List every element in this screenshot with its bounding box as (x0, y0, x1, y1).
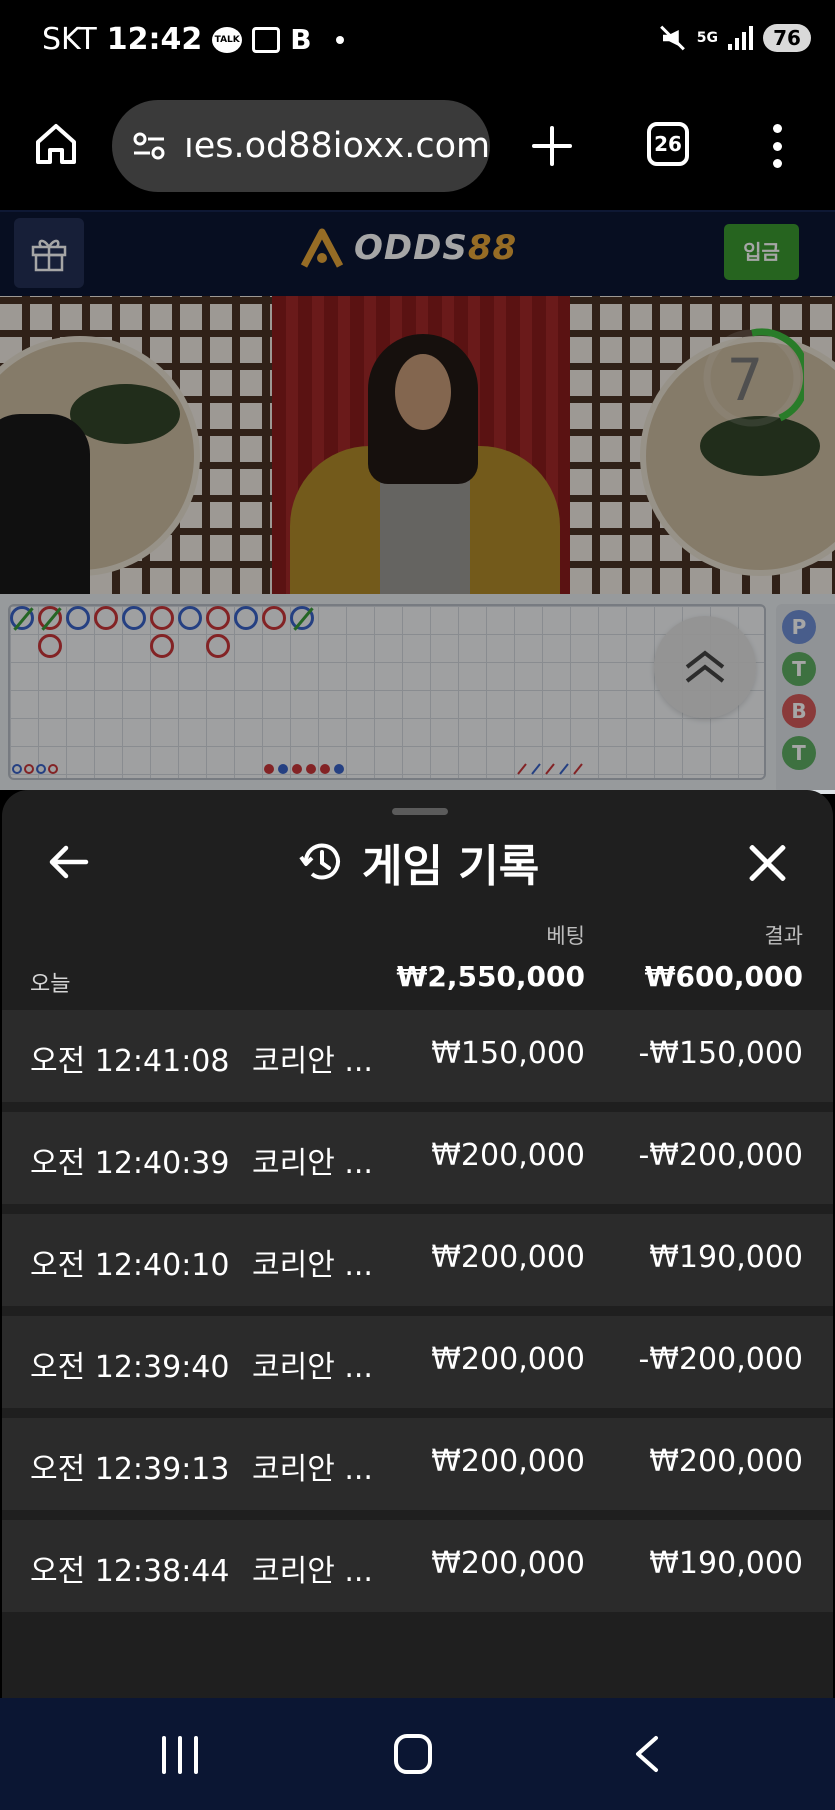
nav-back-icon[interactable] (632, 1734, 662, 1774)
row-bet: ₩200,000 (431, 1546, 585, 1581)
b-app-icon: B (290, 23, 312, 56)
row-bet: ₩150,000 (431, 1036, 585, 1071)
total-bet: ₩2,550,000 (396, 960, 585, 993)
row-game: 코리안 ... (252, 1146, 373, 1181)
row-time: 오전 12:40:10 (30, 1248, 230, 1283)
status-left: SKT 12:42 TALK B (42, 22, 344, 57)
home-icon[interactable] (34, 122, 78, 166)
carrier-label: SKT (42, 22, 97, 57)
recent-apps-icon[interactable] (162, 1736, 198, 1774)
address-bar[interactable]: ıes.od88ioxx.com (112, 100, 490, 192)
total-result: ₩600,000 (644, 960, 803, 993)
battery-indicator: 76 (763, 24, 811, 52)
status-right: 5G 76 (659, 24, 811, 52)
row-result: ₩190,000 (649, 1546, 803, 1581)
system-nav-bar (0, 1698, 835, 1810)
row-bet: ₩200,000 (431, 1342, 585, 1377)
row-time: 오전 12:38:44 (30, 1554, 230, 1589)
result-column-header: 결과 (764, 924, 803, 948)
url-text[interactable]: ıes.od88ioxx.com (184, 126, 490, 166)
history-icon (299, 843, 340, 880)
sheet-header: 게임 기록 (298, 830, 539, 894)
history-row[interactable]: 오전 12:41:08 코리안 ... ₩150,000 -₩150,000 (2, 1010, 833, 1102)
history-list: 오전 12:41:08 코리안 ... ₩150,000 -₩150,000 오… (2, 1010, 833, 1622)
row-game: 코리안 ... (252, 1044, 373, 1079)
row-bet: ₩200,000 (431, 1138, 585, 1173)
history-row[interactable]: 오전 12:40:10 코리안 ... ₩200,000 ₩190,000 (2, 1214, 833, 1306)
row-result: -₩150,000 (638, 1036, 803, 1071)
row-time: 오전 12:39:40 (30, 1350, 230, 1385)
kakaotalk-icon: TALK (212, 26, 243, 53)
history-row[interactable]: 오전 12:40:39 코리안 ... ₩200,000 -₩200,000 (2, 1112, 833, 1204)
row-time: 오전 12:41:08 (30, 1044, 230, 1079)
row-game: 코리안 ... (252, 1554, 373, 1589)
browser-toolbar: ıes.od88ioxx.com 26 (0, 86, 835, 210)
sheet-title: 게임 기록 (362, 841, 540, 892)
sheet-drag-handle[interactable] (392, 808, 448, 815)
row-result: ₩190,000 (649, 1240, 803, 1275)
history-row[interactable]: 오전 12:39:40 코리안 ... ₩200,000 -₩200,000 (2, 1316, 833, 1408)
row-result: ₩200,000 (649, 1444, 803, 1479)
nav-home-icon[interactable] (394, 1734, 432, 1774)
status-bar: SKT 12:42 TALK B 5G 76 (0, 0, 835, 86)
history-row[interactable]: 오전 12:38:44 코리안 ... ₩200,000 ₩190,000 (2, 1520, 833, 1612)
mute-icon (659, 24, 687, 52)
more-menu-icon[interactable] (772, 124, 782, 168)
back-arrow-icon[interactable] (46, 840, 90, 884)
signal-icon (728, 26, 753, 50)
row-bet: ₩200,000 (431, 1444, 585, 1479)
clock: 12:42 (106, 22, 203, 57)
screenshot-icon (252, 26, 281, 53)
game-history-sheet: 게임 기록 베팅 결과 오늘 ₩2,550,000 ₩600,000 오전 12… (2, 790, 833, 1698)
new-tab-icon[interactable] (532, 126, 572, 166)
network-type: 5G (696, 30, 718, 46)
row-bet: ₩200,000 (431, 1240, 585, 1275)
modal-backdrop[interactable] (0, 210, 835, 790)
row-result: -₩200,000 (638, 1342, 803, 1377)
close-icon[interactable] (746, 842, 788, 884)
row-result: -₩200,000 (638, 1138, 803, 1173)
history-row[interactable]: 오전 12:39:13 코리안 ... ₩200,000 ₩200,000 (2, 1418, 833, 1510)
tab-switcher-icon[interactable]: 26 (647, 122, 689, 166)
row-game: 코리안 ... (252, 1452, 373, 1487)
notification-dot-icon (335, 35, 344, 44)
today-label: 오늘 (30, 972, 71, 997)
row-time: 오전 12:40:39 (30, 1146, 230, 1181)
row-game: 코리안 ... (252, 1350, 373, 1385)
row-time: 오전 12:39:13 (30, 1452, 230, 1487)
bet-column-header: 베팅 (546, 924, 585, 948)
site-settings-icon[interactable] (132, 131, 166, 161)
row-game: 코리안 ... (252, 1248, 373, 1283)
